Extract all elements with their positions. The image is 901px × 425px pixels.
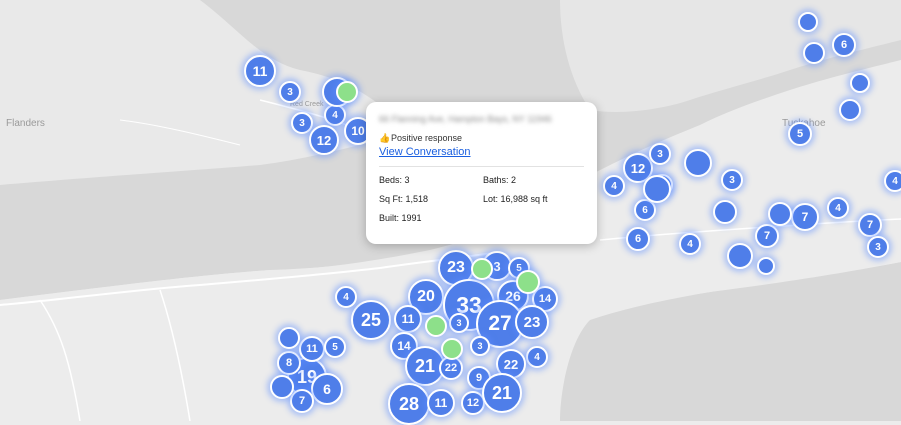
popup-details: Beds: 3 Baths: 2 Sq Ft: 1,518 Lot: 16,98… — [379, 175, 584, 223]
property-cluster-marker[interactable]: 5 — [788, 122, 812, 146]
property-cluster-marker[interactable]: 4 — [884, 170, 901, 192]
popup-divider — [379, 166, 584, 167]
property-cluster-marker[interactable]: 11 — [244, 55, 276, 87]
property-cluster-marker[interactable]: 4 — [603, 175, 625, 197]
property-cluster-marker[interactable]: 4 — [679, 233, 701, 255]
property-cluster-marker[interactable]: 3 — [291, 112, 313, 134]
property-cluster-marker[interactable]: 12 — [309, 125, 339, 155]
property-cluster-marker[interactable]: 3 — [449, 313, 469, 333]
property-cluster-marker[interactable]: 7 — [755, 224, 779, 248]
property-cluster-marker[interactable] — [713, 200, 737, 224]
property-cluster-marker[interactable]: 23 — [515, 305, 549, 339]
property-cluster-marker[interactable]: 7 — [858, 213, 882, 237]
built-value: Built: 1991 — [379, 213, 422, 223]
view-conversation-link[interactable]: View Conversation — [379, 146, 584, 158]
property-popup: 66 Flanning Ave, Hampton Bays, NY 11946 … — [366, 102, 597, 244]
property-cluster-marker[interactable]: 21 — [482, 373, 522, 413]
place-label-flanders: Flanders — [6, 118, 45, 129]
property-cluster-marker[interactable]: 4 — [335, 286, 357, 308]
property-cluster-marker[interactable]: 11 — [299, 336, 325, 362]
property-cluster-marker[interactable]: 4 — [526, 346, 548, 368]
highlighted-property-marker[interactable] — [425, 315, 447, 337]
property-cluster-marker[interactable]: 8 — [277, 351, 301, 375]
property-cluster-marker[interactable]: 6 — [311, 373, 343, 405]
property-cluster-marker[interactable] — [768, 202, 792, 226]
thumbs-up-icon: 👍 — [379, 132, 391, 143]
property-cluster-marker[interactable]: 11 — [427, 389, 455, 417]
property-cluster-marker[interactable]: 6 — [626, 227, 650, 251]
property-cluster-marker[interactable] — [278, 327, 300, 349]
property-cluster-marker[interactable]: 3 — [867, 236, 889, 258]
property-cluster-marker[interactable] — [684, 149, 712, 177]
place-label-red-creek: Red Creek — [290, 101, 324, 108]
property-cluster-marker[interactable]: 28 — [388, 383, 430, 425]
property-cluster-marker[interactable]: 3 — [721, 169, 743, 191]
property-cluster-marker[interactable]: 11 — [394, 305, 422, 333]
property-cluster-marker[interactable] — [798, 12, 818, 32]
property-cluster-marker[interactable]: 25 — [351, 300, 391, 340]
property-cluster-marker[interactable] — [757, 257, 775, 275]
property-cluster-marker[interactable] — [850, 73, 870, 93]
popup-address: 66 Flanning Ave, Hampton Bays, NY 11946 — [379, 114, 552, 124]
property-cluster-marker[interactable]: 6 — [832, 33, 856, 57]
highlighted-property-marker[interactable] — [441, 338, 463, 360]
highlighted-property-marker[interactable] — [516, 270, 540, 294]
property-cluster-marker[interactable] — [839, 99, 861, 121]
property-cluster-marker[interactable] — [643, 175, 671, 203]
baths-value: Baths: 2 — [483, 175, 517, 185]
property-cluster-marker[interactable]: 3 — [279, 81, 301, 103]
property-cluster-marker[interactable] — [727, 243, 753, 269]
property-cluster-marker[interactable]: 4 — [827, 197, 849, 219]
property-cluster-marker[interactable] — [270, 375, 294, 399]
sqft-value: Sq Ft: 1,518 — [379, 194, 429, 204]
highlighted-property-marker[interactable] — [336, 81, 358, 103]
property-cluster-marker[interactable]: 7 — [791, 203, 819, 231]
popup-status-text: Positive response — [391, 133, 463, 143]
property-cluster-marker[interactable] — [803, 42, 825, 64]
property-cluster-marker[interactable]: 5 — [324, 336, 346, 358]
property-cluster-marker[interactable]: 4 — [324, 104, 346, 126]
property-cluster-marker[interactable]: 7 — [290, 389, 314, 413]
map-canvas[interactable]: Flanders Red Creek Tuckahoe 113431210123… — [0, 0, 901, 425]
beds-value: Beds: 3 — [379, 175, 410, 185]
property-cluster-marker[interactable]: 3 — [649, 143, 671, 165]
popup-status: 👍 Positive response — [379, 133, 584, 143]
lot-value: Lot: 16,988 sq ft — [483, 194, 548, 204]
property-cluster-marker[interactable]: 3 — [470, 336, 490, 356]
highlighted-property-marker[interactable] — [471, 258, 493, 280]
